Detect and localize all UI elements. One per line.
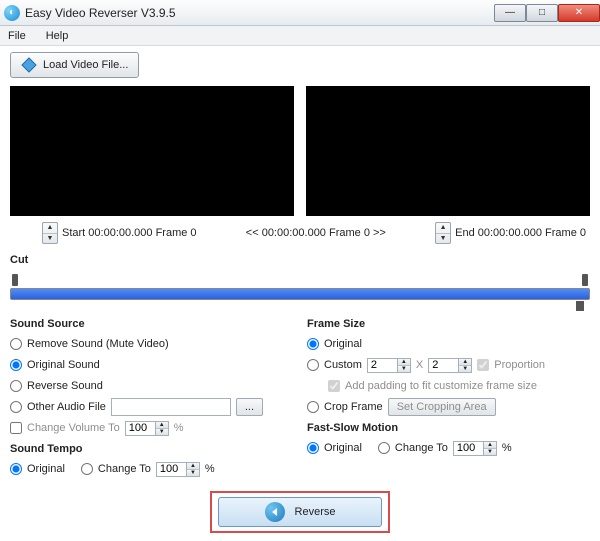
load-video-label: Load Video File... bbox=[43, 59, 128, 71]
reverse-label: Reverse bbox=[295, 506, 336, 518]
motion-spinner[interactable]: ▲▼ bbox=[453, 441, 497, 456]
sound-tempo-title: Sound Tempo bbox=[10, 443, 293, 455]
motion-change-label: Change To bbox=[395, 442, 448, 454]
sound-original-radio[interactable] bbox=[10, 359, 22, 371]
padding-label: Add padding to fit customize frame size bbox=[345, 380, 537, 392]
app-icon: ◐ bbox=[4, 5, 20, 21]
end-frame-stepper[interactable]: ▲▼ bbox=[435, 222, 451, 244]
motion-original-radio[interactable] bbox=[307, 442, 319, 454]
sound-original-label: Original Sound bbox=[27, 359, 100, 371]
motion-percent: % bbox=[502, 442, 512, 454]
source-video-preview bbox=[10, 86, 294, 216]
cut-end-handle[interactable] bbox=[582, 274, 588, 286]
sound-other-label: Other Audio File bbox=[27, 401, 106, 413]
cut-slider[interactable] bbox=[10, 274, 590, 308]
frame-height-spinner[interactable]: ▲▼ bbox=[428, 358, 472, 373]
current-time-label: << 00:00:00.000 Frame 0 >> bbox=[246, 227, 386, 239]
change-volume-label: Change Volume To bbox=[27, 422, 120, 434]
tempo-original-label: Original bbox=[27, 463, 65, 475]
output-video-preview bbox=[306, 86, 590, 216]
browse-audio-button[interactable]: ... bbox=[236, 398, 263, 416]
menu-help[interactable]: Help bbox=[42, 28, 73, 44]
minimize-button[interactable]: — bbox=[494, 4, 526, 22]
sound-remove-label: Remove Sound (Mute Video) bbox=[27, 338, 169, 350]
maximize-button[interactable]: □ bbox=[526, 4, 558, 22]
motion-change-radio[interactable] bbox=[378, 442, 390, 454]
start-time-label: Start 00:00:00.000 Frame 0 bbox=[62, 227, 197, 239]
reverse-button[interactable]: Reverse bbox=[218, 497, 382, 527]
change-volume-checkbox[interactable] bbox=[10, 422, 22, 434]
load-icon bbox=[21, 57, 37, 73]
tempo-change-radio[interactable] bbox=[81, 463, 93, 475]
window-titlebar: ◐ Easy Video Reverser V3.9.5 — □ ✕ bbox=[0, 0, 600, 26]
frame-size-title: Frame Size bbox=[307, 318, 590, 330]
tempo-change-label: Change To bbox=[98, 463, 151, 475]
volume-spinner[interactable]: ▲▼ bbox=[125, 421, 169, 436]
reverse-icon bbox=[265, 502, 285, 522]
volume-percent: % bbox=[174, 422, 184, 434]
proportion-label: Proportion bbox=[494, 359, 545, 371]
tempo-spinner[interactable]: ▲▼ bbox=[156, 462, 200, 477]
menu-bar: File Help bbox=[0, 26, 600, 46]
load-video-button[interactable]: Load Video File... bbox=[10, 52, 139, 78]
reverse-highlight: Reverse bbox=[210, 491, 390, 533]
frame-original-label: Original bbox=[324, 338, 362, 350]
cut-title: Cut bbox=[10, 254, 590, 266]
tempo-percent: % bbox=[205, 463, 215, 475]
other-audio-path-input[interactable] bbox=[111, 398, 231, 416]
cut-start-handle[interactable] bbox=[12, 274, 18, 286]
sound-reverse-radio[interactable] bbox=[10, 380, 22, 392]
start-frame-stepper[interactable]: ▲▼ bbox=[42, 222, 58, 244]
close-button[interactable]: ✕ bbox=[558, 4, 600, 22]
motion-title: Fast-Slow Motion bbox=[307, 422, 590, 434]
frame-width-spinner[interactable]: ▲▼ bbox=[367, 358, 411, 373]
sound-other-radio[interactable] bbox=[10, 401, 22, 413]
sound-source-title: Sound Source bbox=[10, 318, 293, 330]
end-time-label: End 00:00:00.000 Frame 0 bbox=[455, 227, 586, 239]
set-cropping-button[interactable]: Set Cropping Area bbox=[388, 398, 496, 416]
window-title: Easy Video Reverser V3.9.5 bbox=[25, 6, 176, 20]
frame-custom-radio[interactable] bbox=[307, 359, 319, 371]
sound-reverse-label: Reverse Sound bbox=[27, 380, 103, 392]
frame-original-radio[interactable] bbox=[307, 338, 319, 350]
frame-custom-label: Custom bbox=[324, 359, 362, 371]
sound-remove-radio[interactable] bbox=[10, 338, 22, 350]
cut-position-marker[interactable] bbox=[576, 301, 584, 311]
frame-crop-label: Crop Frame bbox=[324, 401, 383, 413]
proportion-checkbox[interactable] bbox=[477, 359, 489, 371]
frame-x-label: X bbox=[416, 359, 423, 371]
padding-checkbox[interactable] bbox=[328, 380, 340, 392]
cut-track[interactable] bbox=[10, 288, 590, 300]
motion-original-label: Original bbox=[324, 442, 362, 454]
tempo-original-radio[interactable] bbox=[10, 463, 22, 475]
menu-file[interactable]: File bbox=[4, 28, 30, 44]
frame-crop-radio[interactable] bbox=[307, 401, 319, 413]
